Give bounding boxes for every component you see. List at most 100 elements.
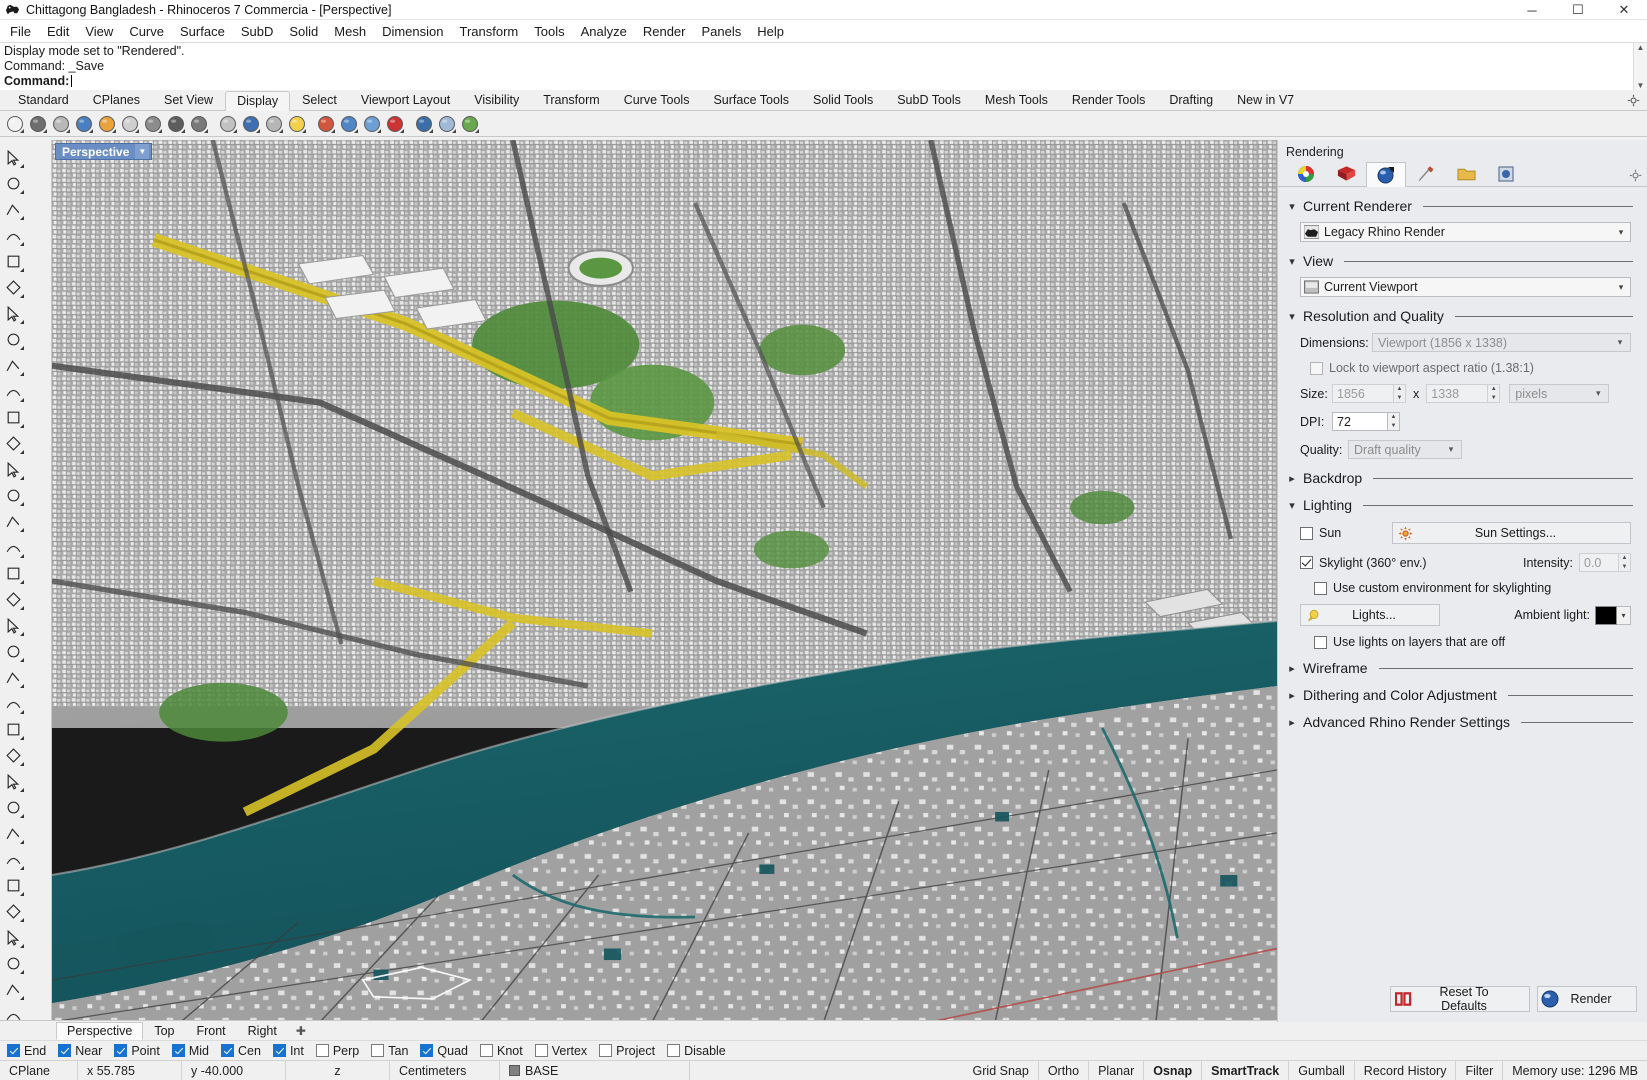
pen-display-icon[interactable] [165,113,187,135]
toolbar-tab-new-in-v7[interactable]: New in V7 [1225,90,1306,110]
flyout-arrow-icon[interactable] [20,736,24,740]
flyout-arrow-icon[interactable] [354,128,358,133]
osnap-point[interactable]: Point [111,1044,169,1058]
ground-plane-tab[interactable] [1406,161,1446,186]
flyout-arrow-icon[interactable] [112,128,116,133]
menu-item-surface[interactable]: Surface [172,22,233,41]
loft-surface-icon[interactable] [0,456,26,482]
raytraced-display-icon[interactable] [188,113,210,135]
minimize-button[interactable]: ─ [1509,0,1555,20]
boolean-union-icon[interactable] [0,664,26,690]
ground-plane-icon[interactable] [361,113,383,135]
flyout-arrow-icon[interactable] [20,554,24,558]
gear-icon[interactable] [1627,94,1641,108]
viewport-properties-icon[interactable] [413,113,435,135]
flyout-arrow-icon[interactable] [20,814,24,818]
lock-aspect-row[interactable]: Lock to viewport aspect ratio (1.38:1) [1310,361,1631,375]
chevron-down-icon[interactable]: ▾ [1286,200,1298,213]
lights-off-checkbox[interactable] [1314,635,1327,649]
control-point-curve-icon[interactable] [0,222,26,248]
osnap-cen[interactable]: Cen [218,1044,270,1058]
flyout-arrow-icon[interactable] [43,128,47,133]
color-wheel-icon[interactable] [315,113,337,135]
size-height-input[interactable]: 1338 [1426,384,1489,403]
osnap-checkbox-quad[interactable] [420,1044,434,1057]
cone-solid-icon[interactable] [0,586,26,612]
toolbar-tab-surface-tools[interactable]: Surface Tools [701,90,801,110]
chevron-down-icon[interactable]: ▾ [1286,310,1298,323]
flyout-arrow-icon[interactable] [20,346,24,350]
current-renderer-combo[interactable]: Legacy Rhino Render ▾ [1300,222,1631,242]
flyout-arrow-icon[interactable] [20,372,24,376]
section-header-backdrop[interactable]: ▸ Backdrop [1286,470,1633,486]
capture-viewport-icon[interactable] [459,113,481,135]
menu-item-render[interactable]: Render [635,22,694,41]
size-height-stepper[interactable]: ▲ ▼ [1488,384,1501,403]
osnap-checkbox-near[interactable] [58,1044,72,1057]
section-header-current-renderer[interactable]: ▾ Current Renderer [1286,198,1633,214]
box-solid-icon[interactable] [0,508,26,534]
chevron-down-icon[interactable]: ▾ [1617,605,1631,625]
flyout-arrow-icon[interactable] [20,502,24,506]
osnap-checkbox-vertex[interactable] [534,1044,548,1057]
display-icon-toolbar[interactable] [0,111,1647,137]
intensity-input[interactable]: 0.0 [1579,553,1619,572]
gear-icon[interactable] [1629,169,1642,182]
reset-to-defaults-button[interactable]: Reset To Defaults [1390,985,1530,1013]
flyout-arrow-icon[interactable] [20,710,24,714]
quality-select[interactable]: Draft quality ▾ [1348,440,1462,459]
flyout-arrow-icon[interactable] [377,128,381,133]
subd-tools-icon[interactable] [0,638,26,664]
status-toggle-osnap[interactable]: Osnap [1144,1060,1203,1080]
polyline-icon[interactable] [0,196,26,222]
osnap-checkbox-int[interactable] [272,1044,286,1057]
osnap-disable[interactable]: Disable [664,1044,735,1058]
lock-aspect-checkbox[interactable] [1310,361,1323,375]
menu-item-solid[interactable]: Solid [281,22,326,41]
sun-settings-button[interactable]: Sun Settings... [1392,522,1631,544]
revolve-surface-icon[interactable] [0,482,26,508]
ghosted-display-icon[interactable] [50,113,72,135]
flyout-arrow-icon[interactable] [256,128,260,133]
flyout-arrow-icon[interactable] [20,684,24,688]
flyout-arrow-icon[interactable] [20,866,24,870]
osnap-checkbox-perp[interactable] [315,1044,329,1057]
chevron-right-icon[interactable]: ▸ [1286,716,1298,729]
flyout-arrow-icon[interactable] [204,128,208,133]
section-header-view[interactable]: ▾ View [1286,253,1633,269]
status-toggle-planar[interactable]: Planar [1089,1060,1145,1080]
add-viewport-icon[interactable]: ✚ [296,1024,306,1038]
flyout-arrow-icon[interactable] [20,606,24,610]
flyout-arrow-icon[interactable] [452,128,456,133]
size-width-input[interactable]: 1856 [1332,384,1394,403]
flyout-arrow-icon[interactable] [20,658,24,662]
dimensions-select[interactable]: Viewport (1856 x 1338) ▾ [1372,333,1631,352]
dpi-stepper[interactable]: ▲ ▼ [1388,412,1400,431]
layer-color-swatch[interactable] [509,1065,520,1076]
osnap-perp[interactable]: Perp [313,1044,368,1058]
leader-icon[interactable] [0,846,26,872]
units-cell[interactable]: Centimeters [390,1060,500,1080]
chevron-down-icon[interactable]: ▾ [1286,255,1298,268]
shaded-display-icon[interactable] [27,113,49,135]
environments-tab[interactable] [1326,161,1366,186]
toolbar-tab-render-tools[interactable]: Render Tools [1060,90,1157,110]
chevron-right-icon[interactable]: ▸ [1286,472,1298,485]
array-icon[interactable] [0,924,26,950]
toolbar-tab-subd-tools[interactable]: SubD Tools [885,90,973,110]
status-toggle-record-history[interactable]: Record History [1355,1060,1457,1080]
section-header-resolution-quality[interactable]: ▾ Resolution and Quality [1286,308,1633,324]
menu-item-mesh[interactable]: Mesh [326,22,374,41]
toolbar-tab-display[interactable]: Display [225,91,291,111]
close-button[interactable]: ✕ [1601,0,1647,20]
flyout-arrow-icon[interactable] [20,320,24,324]
toolbar-tab-cplanes[interactable]: CPlanes [81,90,152,110]
split-icon[interactable] [0,742,26,768]
flyout-arrow-icon[interactable] [158,128,162,133]
osnap-checkbox-mid[interactable] [171,1044,185,1057]
libraries-tab[interactable] [1446,161,1486,186]
flyout-arrow-icon[interactable] [20,128,24,133]
cplane-cell[interactable]: CPlane [0,1060,78,1080]
chevron-down-icon[interactable]: ▾ [1286,499,1298,512]
viewport-tab-top[interactable]: Top [143,1022,185,1040]
